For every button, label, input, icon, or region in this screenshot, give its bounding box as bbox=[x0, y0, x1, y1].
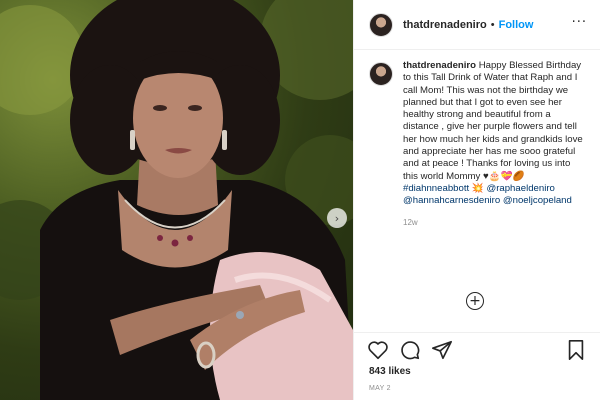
caption-username[interactable]: thatdrenadeniro bbox=[403, 60, 476, 71]
hashtag-link[interactable]: #diahnneabbott bbox=[403, 183, 469, 194]
instagram-post: › thatdrenadeniro • Follow ··· thatdrena… bbox=[0, 0, 600, 400]
header-username[interactable]: thatdrenadeniro bbox=[403, 19, 487, 31]
more-horizontal-icon[interactable]: ··· bbox=[572, 16, 587, 29]
mention-link[interactable]: @raphaeldeniro bbox=[486, 183, 554, 194]
load-more-comments-button[interactable]: + bbox=[466, 292, 484, 310]
plus-icon: + bbox=[469, 293, 481, 309]
mention-link[interactable]: @hannahcarnesdeniro bbox=[403, 195, 500, 206]
action-bar: 843 likes MAY 2 bbox=[354, 332, 600, 400]
post-header: thatdrenadeniro • Follow ··· bbox=[354, 0, 600, 50]
post-photo[interactable]: › bbox=[0, 0, 353, 400]
comments-section: thatdrenadeniro Happy Blessed Birthday t… bbox=[354, 60, 600, 332]
caption-avatar[interactable] bbox=[369, 62, 393, 86]
heart-icon[interactable] bbox=[367, 339, 389, 361]
likes-count[interactable]: 843 likes bbox=[369, 366, 411, 377]
follow-button[interactable]: Follow bbox=[499, 19, 534, 31]
chevron-right-icon: › bbox=[334, 211, 340, 225]
caption-body-text: Happy Blessed Birthday to this Tall Drin… bbox=[403, 60, 583, 182]
portrait-illustration bbox=[0, 0, 353, 400]
separator-dot: • bbox=[490, 18, 495, 31]
comment-icon[interactable] bbox=[399, 339, 421, 361]
carousel-next-button[interactable]: › bbox=[327, 208, 347, 228]
caption-text: thatdrenadeniro Happy Blessed Birthday t… bbox=[403, 60, 587, 208]
action-icons bbox=[367, 339, 453, 361]
caption-emoji: 💥 bbox=[471, 182, 484, 194]
post-side-panel: thatdrenadeniro • Follow ··· thatdrenade… bbox=[353, 0, 600, 400]
mention-link[interactable]: @noeljcopeland bbox=[503, 195, 572, 206]
caption-body: thatdrenadeniro Happy Blessed Birthday t… bbox=[403, 60, 587, 227]
bookmark-icon[interactable] bbox=[565, 339, 587, 361]
avatar[interactable] bbox=[369, 12, 393, 37]
share-icon[interactable] bbox=[431, 339, 453, 361]
caption-row: thatdrenadeniro Happy Blessed Birthday t… bbox=[369, 60, 600, 227]
post-date: MAY 2 bbox=[369, 385, 391, 392]
caption-timestamp: 12w bbox=[403, 217, 418, 227]
